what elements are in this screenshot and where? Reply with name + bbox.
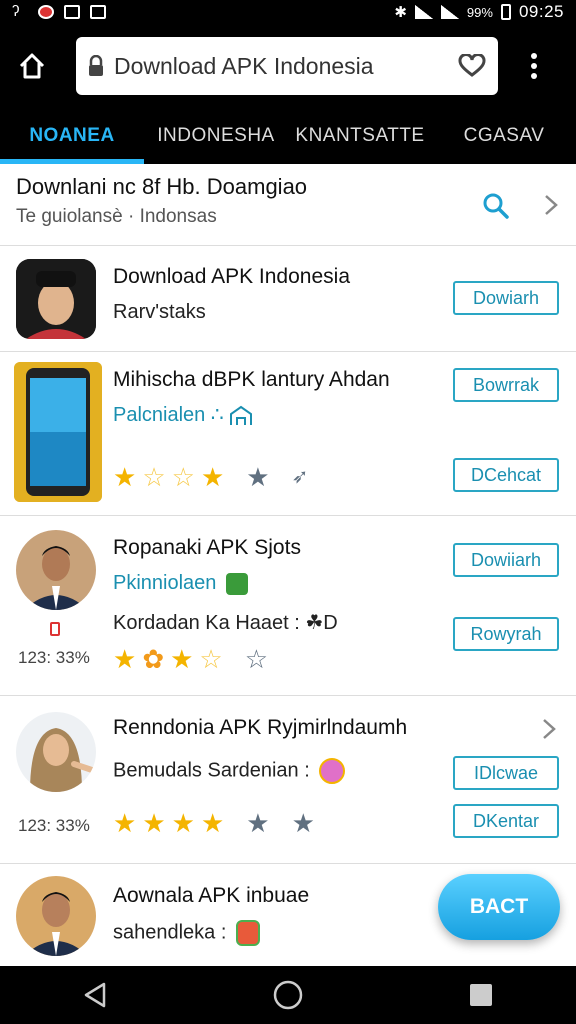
small-badge-icon — [50, 622, 60, 636]
bluetooth-icon: ✱ — [394, 4, 407, 21]
download-button[interactable]: Bowrrak — [453, 368, 559, 402]
lock-icon — [89, 55, 103, 76]
app-screen: ʔ ✱ 99% 09:25 Download APK Indonesia NOA… — [0, 0, 576, 1024]
home-circle-icon[interactable] — [272, 979, 304, 1011]
download-button[interactable]: IDlcwae — [453, 756, 559, 790]
star-icon: ★ — [246, 462, 270, 492]
item-subtitle: sahendleka : — [113, 920, 260, 946]
item-subtitle: Pkinniolaen — [113, 572, 248, 595]
clock: 09:25 — [518, 2, 564, 21]
avatar — [16, 876, 96, 956]
download-count: 123: 33% — [18, 622, 90, 668]
star-icon: ★ — [142, 808, 166, 838]
star-icon: ★ — [113, 462, 137, 492]
tab-noanea[interactable]: NOANEA — [0, 108, 144, 164]
rating-stars: ★ ★ ★ ★ ★ ★ — [113, 810, 315, 836]
search-icon[interactable] — [482, 192, 510, 220]
rating-stars: ★ ☆ ☆ ★ ★ ➶ — [113, 464, 308, 490]
home-icon — [19, 53, 45, 79]
cake-icon — [235, 920, 260, 946]
item-subtitle: Rarv'staks — [113, 301, 206, 323]
item-subtitle: Bemudals Sardenian : — [113, 758, 346, 784]
item-title: Mihischa dBPK lantury Ahdan — [113, 368, 390, 391]
tab-knantsatte[interactable]: KNANTSATTE — [288, 108, 432, 164]
star-icon: ★ — [291, 808, 315, 838]
star-icon: ★ — [113, 644, 137, 674]
gallery-icon — [90, 5, 106, 19]
star-icon: ✿ — [142, 644, 165, 674]
list-item[interactable]: Ropanaki APK Sjots Pkinniolaen Kordadan … — [0, 516, 576, 696]
url-bar[interactable]: Download APK Indonesia — [76, 37, 498, 95]
page-header: Downlani nc 8f Hb. Doamgiao Te guiolansè… — [0, 164, 576, 246]
battery-icon — [500, 4, 511, 20]
building-icon — [230, 405, 253, 425]
download-count: 123: 33% — [18, 816, 90, 835]
item-title: Download APK Indonesia — [113, 265, 350, 288]
page-subtitle: Te guiolansè · Indonsas — [16, 206, 217, 227]
back-icon[interactable] — [82, 981, 108, 1009]
item-detail: Kordadan Ka Haaet : ☘D — [113, 612, 338, 634]
wifi-signal-icon — [414, 5, 433, 19]
item-title: Renndonia APK Ryjmirlndaumh — [113, 716, 408, 739]
check-button[interactable]: DCehcat — [453, 458, 559, 492]
activity-icon — [64, 5, 80, 19]
app-notification-icon — [38, 5, 54, 19]
back-fab-button[interactable]: BACT — [438, 874, 560, 940]
tab-indonesha[interactable]: INDONESHA — [144, 108, 288, 164]
green-emoji-icon — [225, 572, 248, 595]
list-item[interactable]: Mihischa dBPK lantury Ahdan Palcnialen ∴… — [0, 352, 576, 516]
star-icon: ★ — [200, 808, 225, 838]
url-text: Download APK Indonesia — [114, 52, 374, 79]
notification-icon: ʔ — [12, 3, 20, 20]
avatar — [16, 259, 96, 339]
secondary-button[interactable]: Rowyrah — [453, 617, 559, 651]
status-bar: ʔ ✱ 99% 09:25 — [0, 0, 576, 24]
star-icon: ★ — [246, 808, 270, 838]
chevron-right-icon[interactable] — [542, 718, 556, 740]
tab-cgasav[interactable]: CGASAV — [432, 108, 576, 164]
secondary-button[interactable]: DKentar — [453, 804, 559, 838]
avatar — [16, 530, 96, 610]
star-outline-icon: ☆ — [199, 644, 223, 674]
list-item[interactable]: Renndonia APK Ryjmirlndaumh Bemudals Sar… — [0, 696, 576, 864]
avatar — [16, 712, 96, 792]
battery-percent: 99% — [466, 4, 493, 20]
more-vert-icon — [531, 53, 537, 79]
recents-icon[interactable] — [468, 982, 494, 1008]
chevron-right-icon[interactable] — [544, 194, 558, 216]
download-button[interactable]: Dowiiarh — [453, 543, 559, 577]
emoji-icon — [319, 758, 346, 784]
page-title: Downlani nc 8f Hb. Doamgiao — [16, 174, 308, 199]
star-outline-icon: ☆ — [142, 462, 166, 492]
star-icon: ★ — [170, 644, 194, 674]
star-icon: ★ — [113, 808, 137, 838]
tab-bar: NOANEA INDONESHA KNANTSATTE CGASAV — [0, 108, 576, 164]
app-thumbnail — [14, 362, 102, 502]
heart-icon[interactable] — [458, 54, 486, 78]
pin-icon: ➶ — [291, 466, 309, 488]
star-icon: ★ — [200, 462, 225, 492]
download-button[interactable]: Dowiarh — [453, 281, 559, 315]
star-icon: ☆ — [244, 644, 269, 674]
item-title: Ropanaki APK Sjots — [113, 536, 301, 559]
cell-signal-icon — [440, 5, 459, 19]
home-button[interactable] — [0, 24, 64, 108]
star-icon: ★ — [171, 808, 195, 838]
rating-stars: ★ ✿ ★ ☆ ☆ — [113, 646, 268, 672]
browser-toolbar: Download APK Indonesia — [0, 24, 576, 108]
star-outline-icon: ☆ — [171, 462, 195, 492]
system-nav-bar — [0, 966, 576, 1024]
list-item[interactable]: Download APK Indonesia Rarv'staks Dowiar… — [0, 247, 576, 352]
item-title: Aownala APK inbuae — [113, 884, 310, 907]
item-subtitle: Palcnialen ∴ — [113, 402, 253, 427]
overflow-menu-button[interactable] — [504, 24, 564, 108]
